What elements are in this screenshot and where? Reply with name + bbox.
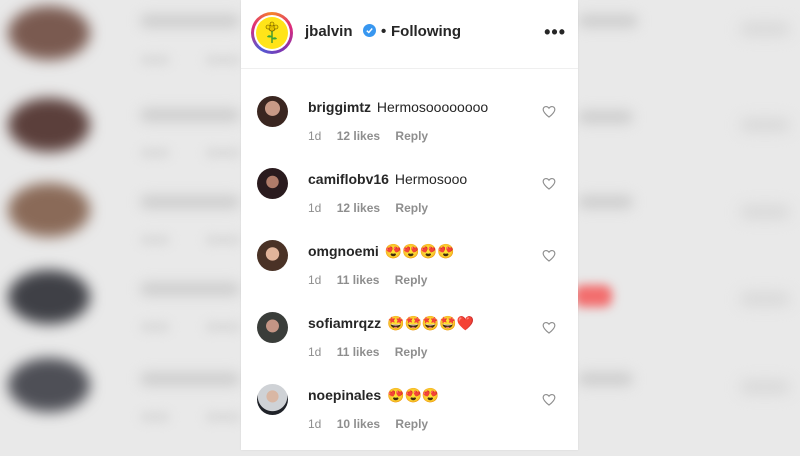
comment-time: 1d: [308, 417, 322, 431]
separator-dot: •: [381, 23, 387, 40]
comment-text-line: camiflobv16 Hermosooo: [308, 171, 467, 187]
comment-body: Hermosooo: [394, 171, 468, 187]
comment-item: noepinales 😍😍😍 1d 10 likes Reply: [241, 384, 578, 456]
commenter-username[interactable]: noepinales: [308, 387, 381, 403]
comment-item: briggimtz Hermosoooooooo 1d 12 likes Rep…: [241, 96, 578, 168]
comment-likes[interactable]: 10 likes: [337, 417, 380, 431]
blurred-heart: [574, 285, 612, 307]
comment-body: 🤩🤩🤩🤩❤️: [387, 315, 475, 331]
following-button[interactable]: Following: [391, 23, 461, 40]
comment-body: Hermosoooooooo: [376, 99, 489, 115]
commenter-username[interactable]: briggimtz: [308, 99, 371, 115]
comment-body: 😍😍😍😍: [384, 243, 455, 259]
comment-likes[interactable]: 12 likes: [337, 129, 380, 143]
comment-text-line: sofiamrqzz 🤩🤩🤩🤩❤️: [308, 315, 474, 332]
comment-meta: 1d 12 likes Reply: [308, 201, 440, 215]
comment-likes[interactable]: 11 likes: [337, 345, 380, 359]
comments-panel: jbalvin • Following ••• briggimtz Hermos…: [241, 0, 578, 450]
more-options-icon[interactable]: •••: [544, 22, 566, 43]
comment-body: 😍😍😍: [387, 387, 440, 403]
comment-time: 1d: [308, 345, 322, 359]
reply-button[interactable]: Reply: [395, 201, 428, 215]
reply-button[interactable]: Reply: [395, 417, 428, 431]
profile-avatar[interactable]: [251, 12, 293, 54]
comment-likes[interactable]: 12 likes: [337, 201, 380, 215]
heart-icon[interactable]: [542, 321, 556, 334]
comment-meta: 1d 11 likes Reply: [308, 273, 439, 287]
flower-icon: [265, 21, 279, 43]
comment-item: sofiamrqzz 🤩🤩🤩🤩❤️ 1d 11 likes Reply: [241, 312, 578, 384]
comment-meta: 1d 10 likes Reply: [308, 417, 440, 431]
commenter-avatar[interactable]: [257, 384, 288, 415]
heart-icon[interactable]: [542, 105, 556, 118]
comment-likes[interactable]: 11 likes: [337, 273, 380, 287]
commenter-username[interactable]: sofiamrqzz: [308, 315, 381, 331]
comment-text-line: omgnoemi 😍😍😍😍: [308, 243, 454, 260]
comment-text-line: noepinales 😍😍😍: [308, 387, 439, 404]
reply-button[interactable]: Reply: [395, 129, 428, 143]
commenter-avatar[interactable]: [257, 96, 288, 127]
heart-icon[interactable]: [542, 177, 556, 190]
heart-icon[interactable]: [542, 393, 556, 406]
comment-meta: 1d 12 likes Reply: [308, 129, 440, 143]
commenter-avatar[interactable]: [257, 312, 288, 343]
commenter-username[interactable]: omgnoemi: [308, 243, 379, 259]
commenter-avatar[interactable]: [257, 240, 288, 271]
comment-meta: 1d 11 likes Reply: [308, 345, 439, 359]
comment-item: omgnoemi 😍😍😍😍 1d 11 likes Reply: [241, 240, 578, 312]
heart-icon[interactable]: [542, 249, 556, 262]
comment-time: 1d: [308, 201, 322, 215]
commenter-avatar[interactable]: [257, 168, 288, 199]
post-author-username[interactable]: jbalvin: [305, 23, 353, 40]
reply-button[interactable]: Reply: [395, 345, 428, 359]
commenter-username[interactable]: camiflobv16: [308, 171, 389, 187]
comment-item: camiflobv16 Hermosooo 1d 12 likes Reply: [241, 168, 578, 240]
comment-time: 1d: [308, 273, 322, 287]
post-header: jbalvin • Following •••: [241, 0, 578, 69]
comment-time: 1d: [308, 129, 322, 143]
reply-button[interactable]: Reply: [395, 273, 428, 287]
verified-badge-icon: [363, 24, 376, 37]
comment-text-line: briggimtz Hermosoooooooo: [308, 99, 488, 115]
